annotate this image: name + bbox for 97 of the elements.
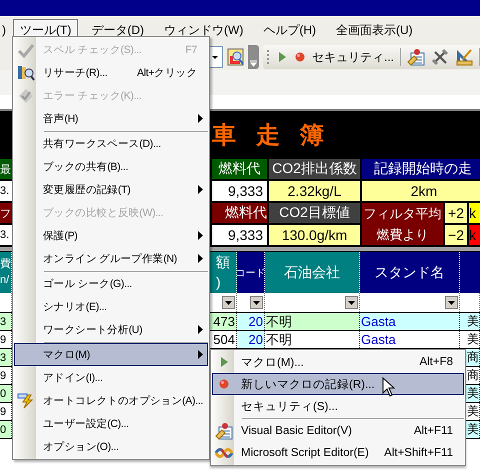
menu-item[interactable]: オンライン グループ作業(N) [14, 247, 208, 270]
filter-dropdown-button[interactable] [222, 296, 235, 309]
play-icon [219, 356, 229, 368]
menu-item[interactable]: ブックの共有(B)... [14, 155, 208, 178]
table-cell: k [469, 203, 480, 223]
table-cell: 0 [0, 421, 12, 438]
menu-item[interactable]: 音声(H) [14, 107, 208, 130]
filter-dropdown-button[interactable] [445, 296, 458, 309]
menu-item[interactable]: 共有ワークスペース(D)... [14, 132, 208, 155]
script-editor-icon [214, 446, 234, 460]
menu-bar-item[interactable]: ) [0, 20, 7, 40]
table-cell: +2 [445, 203, 467, 223]
table-cell: 9 [0, 403, 12, 420]
caret-icon [348, 300, 355, 304]
dropdown-field[interactable] [210, 46, 223, 68]
table-cell: 9 [0, 367, 12, 384]
record-icon[interactable] [294, 51, 306, 63]
shortcut-text: Alt+F8 [419, 356, 453, 368]
header-cell: CO2排出係数 [269, 159, 360, 179]
table-cell: 3. [0, 181, 12, 201]
table-cell: フ [0, 203, 12, 223]
header-text: 燃費より [376, 226, 428, 244]
editor-icon [215, 422, 233, 440]
column-header: スタンド名 [360, 252, 460, 293]
table-cell: 美 [460, 313, 480, 330]
menu-item[interactable]: 新しいマクロの記録(R)... [212, 373, 464, 395]
shortcut-text: F7 [185, 44, 197, 56]
header-cell: CO2目標値 [269, 203, 360, 223]
header-cell: 記録開始時の走 [362, 159, 480, 179]
table-cell: 20 [237, 331, 265, 348]
menu-item[interactable]: オートコレクトのオプション(A)... [14, 389, 208, 412]
shortcut-text: Alt+Shift+F11 [384, 447, 453, 459]
menu-item[interactable]: Visual Basic Editor(V) Alt+F11 [212, 420, 464, 442]
menu-item[interactable]: ユーザー設定(C)... [14, 412, 208, 435]
header-cell: 燃料代 [212, 159, 267, 179]
menu-item[interactable]: アドイン(I)... [14, 366, 208, 389]
table-cell: 0 [0, 385, 12, 402]
column-header: 費 n/ [0, 252, 12, 293]
tools-icon[interactable] [431, 48, 449, 66]
table-cell: Gasta [360, 313, 460, 330]
menu-item[interactable]: Microsoft Script Editor(E) Alt+Shift+F11 [212, 442, 464, 464]
book-magnifier-icon [17, 64, 35, 81]
menu-item[interactable]: オプション(O)... [14, 435, 208, 458]
header-cell [460, 252, 480, 293]
menu-item[interactable]: 保護(P) [14, 224, 208, 247]
caret-icon [448, 300, 455, 304]
table-cell: 不明 [265, 313, 360, 330]
table-cell: 3. [0, 225, 12, 245]
filter-dropdown-button[interactable] [345, 296, 358, 309]
table-cell: 3 [0, 313, 12, 330]
table-cell: 473 [210, 313, 237, 330]
column-header: 額 ) [210, 252, 237, 293]
table-cell: 2.32kg/L [269, 181, 360, 201]
column-header: 石油会社 [265, 252, 360, 293]
ruler-icon[interactable] [455, 48, 473, 66]
chevron-icon [250, 60, 257, 67]
filter-dropdown-button[interactable] [250, 296, 263, 309]
column-header: コード [237, 252, 265, 293]
error-check-icon [18, 88, 34, 104]
security-button[interactable]: セキュリティ... [312, 48, 394, 66]
title-character: 簿 [300, 120, 324, 150]
menu-bar-item[interactable]: 全画面表示(U) [329, 18, 420, 42]
mouse-pointer-icon [382, 377, 395, 397]
title-character: 車 [212, 120, 236, 150]
menu-item[interactable]: ゴール シーク(G)... [14, 272, 208, 295]
spell-check-icon [17, 42, 35, 58]
table-cell: 9,333 [212, 225, 267, 245]
title-character: 走 [256, 120, 280, 150]
table-cell: 3 [0, 349, 12, 366]
table-cell: 20 [237, 313, 265, 330]
shortcut-text: Alt+F11 [414, 425, 453, 437]
toolbar-options-button[interactable] [248, 45, 259, 69]
lightning-icon [17, 392, 35, 408]
menu-item[interactable]: シナリオ(E)... [14, 295, 208, 318]
table-cell: 2km [362, 181, 480, 201]
caret-icon [253, 300, 260, 304]
toolbar-grip-icon[interactable] [266, 49, 270, 65]
menu-bar-item[interactable]: ヘルプ(H) [256, 18, 323, 42]
chart-icon[interactable] [226, 48, 244, 66]
table-cell: −2 [445, 225, 467, 245]
menu-item[interactable]: マクロ(M) [14, 343, 208, 366]
shortcut-text: Alt+クリック [137, 66, 197, 80]
table-cell: 9,333 [212, 181, 267, 201]
caret-icon [225, 300, 232, 304]
table-cell: 不明 [265, 331, 360, 348]
header-text: フィルタ平均 [364, 204, 442, 222]
record-icon [218, 378, 230, 390]
table-cell: 9 [0, 331, 12, 348]
menu-item[interactable]: リサーチ(R)... Alt+クリック [14, 61, 208, 84]
table-cell: k [469, 225, 480, 245]
menu-item[interactable]: ワークシート分析(U) [14, 318, 208, 341]
menu-item[interactable]: 変更履歴の記録(T) [14, 178, 208, 201]
table-cell: 最 [0, 159, 12, 179]
editor-icon[interactable] [407, 48, 425, 66]
table-cell: Gasta [360, 331, 460, 348]
header-cell: 燃料代 [212, 203, 267, 223]
table-cell: 130.0g/km [269, 225, 360, 245]
